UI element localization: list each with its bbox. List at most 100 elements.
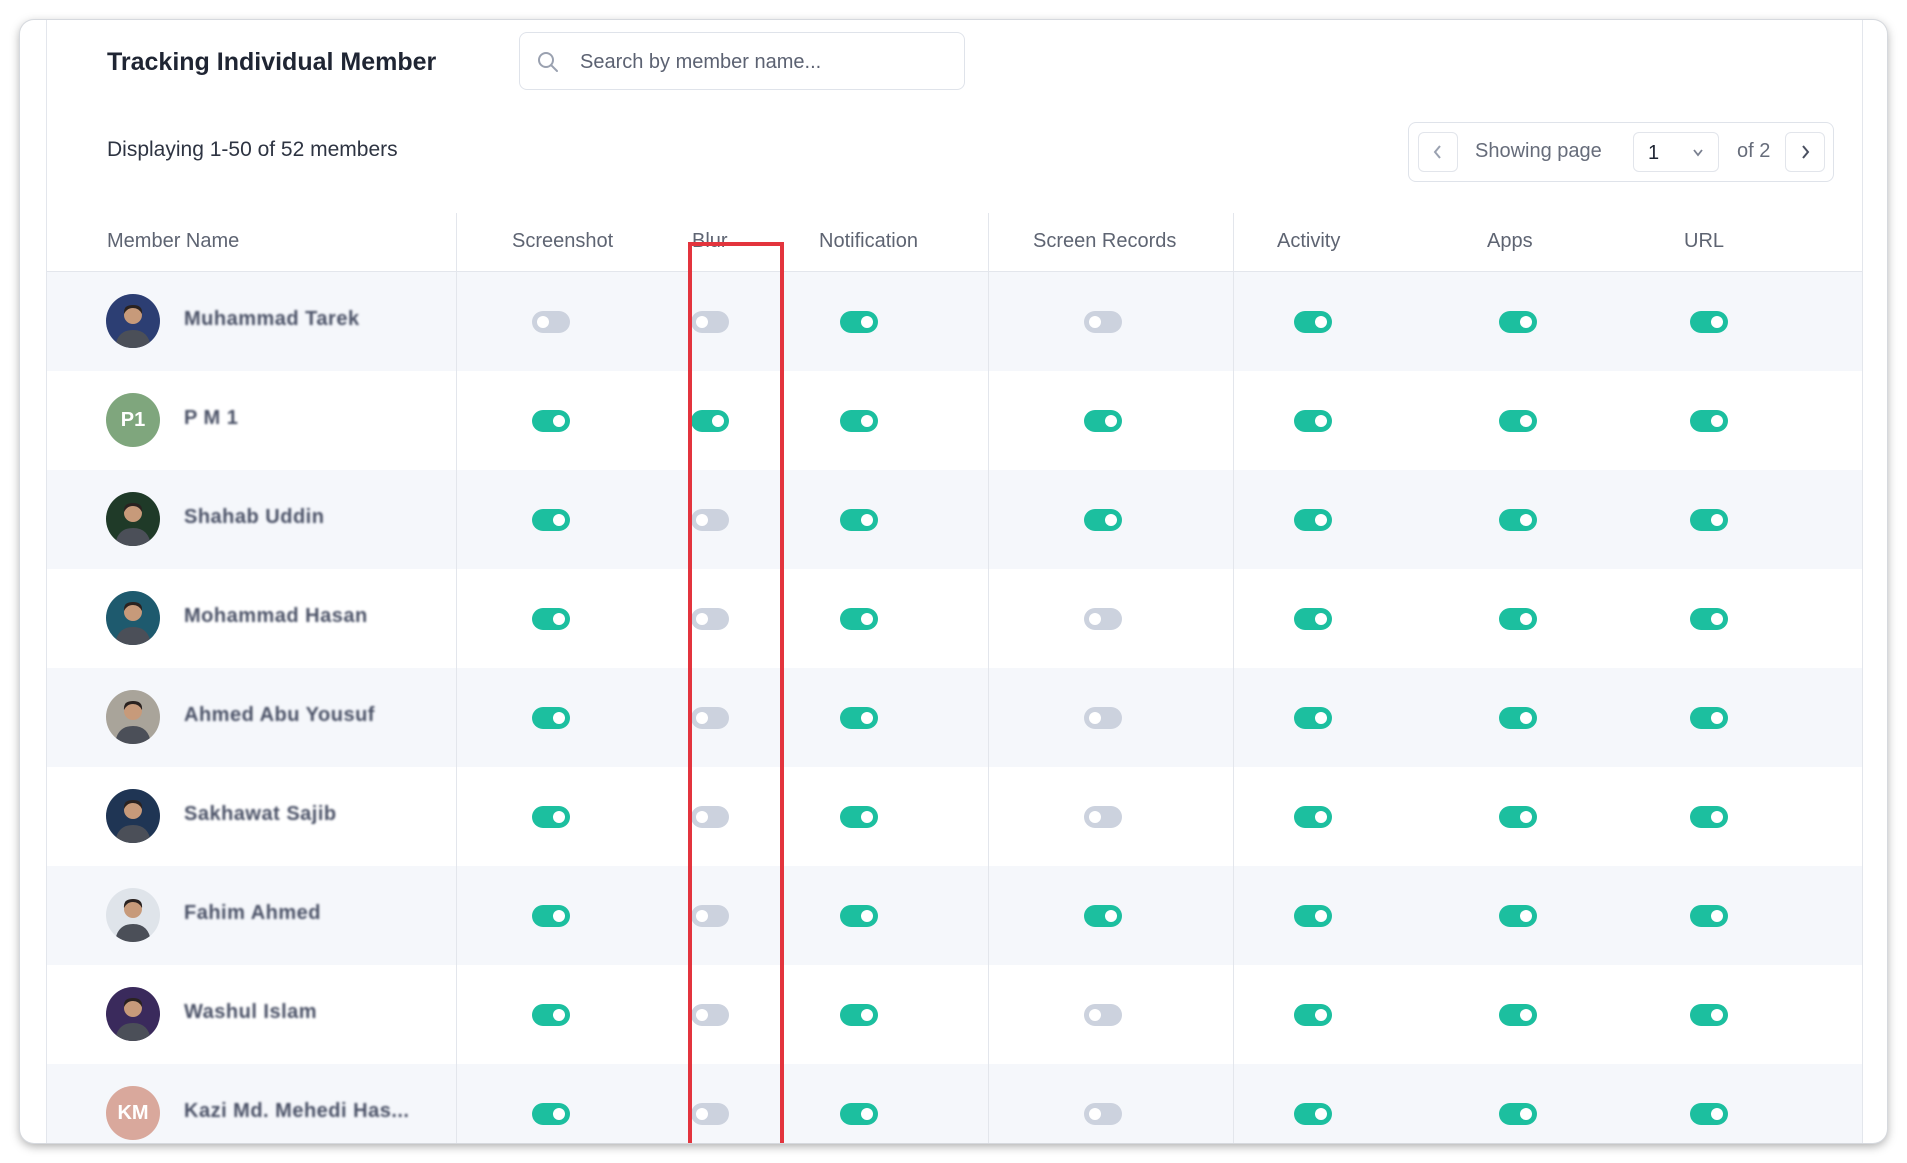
avatar <box>106 690 160 744</box>
activity-toggle[interactable] <box>1294 1004 1332 1026</box>
user-photo-icon <box>115 998 151 1041</box>
notification-toggle[interactable] <box>840 311 878 333</box>
member-name[interactable]: Sakhawat Sajib <box>184 803 337 826</box>
activity-toggle[interactable] <box>1294 905 1332 927</box>
toggle-knob <box>861 514 873 526</box>
screenshot-toggle[interactable] <box>532 608 570 630</box>
screenshot-toggle[interactable] <box>532 410 570 432</box>
screenshot-toggle[interactable] <box>532 1103 570 1125</box>
total-pages-label: of 2 <box>1737 140 1771 162</box>
member-name[interactable]: Fahim Ahmed <box>184 902 321 925</box>
activity-toggle[interactable] <box>1294 806 1332 828</box>
member-name[interactable]: Muhammad Tarek <box>184 308 360 331</box>
url-toggle[interactable] <box>1690 707 1728 729</box>
toggle-knob <box>1089 1108 1101 1120</box>
avatar: KM <box>106 1086 160 1140</box>
column-header-member-name[interactable]: Member Name <box>107 230 239 253</box>
toggle-knob <box>1315 514 1327 526</box>
toggle-knob <box>1315 316 1327 328</box>
toggle-knob <box>1520 514 1532 526</box>
column-divider <box>456 213 457 1143</box>
column-header-apps[interactable]: Apps <box>1487 230 1533 253</box>
toggle-knob <box>1711 712 1723 724</box>
column-header-url[interactable]: URL <box>1684 230 1724 253</box>
toggle-knob <box>1315 1108 1327 1120</box>
activity-toggle[interactable] <box>1294 509 1332 531</box>
screenshot-toggle[interactable] <box>532 806 570 828</box>
apps-toggle[interactable] <box>1499 410 1537 432</box>
member-name[interactable]: Ahmed Abu Yousuf <box>184 704 375 727</box>
screenshot-toggle[interactable] <box>532 509 570 531</box>
apps-toggle[interactable] <box>1499 905 1537 927</box>
notification-toggle[interactable] <box>840 905 878 927</box>
notification-toggle[interactable] <box>840 1103 878 1125</box>
member-name[interactable]: Shahab Uddin <box>184 506 324 529</box>
search-box[interactable] <box>519 32 965 91</box>
url-toggle[interactable] <box>1690 905 1728 927</box>
activity-toggle[interactable] <box>1294 1103 1332 1125</box>
toggle-knob <box>553 910 565 922</box>
apps-toggle[interactable] <box>1499 608 1537 630</box>
member-name[interactable]: Mohammad Hasan <box>184 605 368 628</box>
activity-toggle[interactable] <box>1294 311 1332 333</box>
column-header-screen-records[interactable]: Screen Records <box>1033 230 1176 253</box>
tracking-panel: Tracking Individual Member Displaying 1-… <box>46 20 1863 1143</box>
screen-records-toggle[interactable] <box>1084 707 1122 729</box>
activity-toggle[interactable] <box>1294 410 1332 432</box>
apps-toggle[interactable] <box>1499 509 1537 531</box>
notification-toggle[interactable] <box>840 509 878 531</box>
screenshot-toggle[interactable] <box>532 905 570 927</box>
screenshot-toggle[interactable] <box>532 1004 570 1026</box>
screenshot-toggle[interactable] <box>532 311 570 333</box>
next-page-button[interactable] <box>1785 132 1825 172</box>
toggle-knob <box>1105 415 1117 427</box>
toggle-knob <box>1520 1108 1532 1120</box>
notification-toggle[interactable] <box>840 707 878 729</box>
toggle-knob <box>1315 1009 1327 1021</box>
member-name[interactable]: Kazi Md. Mehedi Has... <box>184 1100 409 1123</box>
previous-page-button[interactable] <box>1418 132 1458 172</box>
notification-toggle[interactable] <box>840 1004 878 1026</box>
column-header-activity[interactable]: Activity <box>1277 230 1340 253</box>
apps-toggle[interactable] <box>1499 311 1537 333</box>
apps-toggle[interactable] <box>1499 1004 1537 1026</box>
screen-records-toggle[interactable] <box>1084 806 1122 828</box>
table-row: Washul Islam <box>47 965 1862 1064</box>
url-toggle[interactable] <box>1690 608 1728 630</box>
member-name[interactable]: P M 1 <box>184 407 238 430</box>
notification-toggle[interactable] <box>840 608 878 630</box>
column-header-notification[interactable]: Notification <box>819 230 918 253</box>
url-toggle[interactable] <box>1690 806 1728 828</box>
url-toggle[interactable] <box>1690 509 1728 531</box>
notification-toggle[interactable] <box>840 806 878 828</box>
apps-toggle[interactable] <box>1499 707 1537 729</box>
screen-records-toggle[interactable] <box>1084 509 1122 531</box>
url-toggle[interactable] <box>1690 1103 1728 1125</box>
user-photo-icon <box>115 899 151 942</box>
url-toggle[interactable] <box>1690 311 1728 333</box>
activity-toggle[interactable] <box>1294 707 1332 729</box>
screen-records-toggle[interactable] <box>1084 608 1122 630</box>
search-input[interactable] <box>578 33 952 91</box>
avatar <box>106 888 160 942</box>
url-toggle[interactable] <box>1690 410 1728 432</box>
avatar <box>106 294 160 348</box>
apps-toggle[interactable] <box>1499 806 1537 828</box>
screen-records-toggle[interactable] <box>1084 1004 1122 1026</box>
toggle-knob <box>1711 316 1723 328</box>
notification-toggle[interactable] <box>840 410 878 432</box>
apps-toggle[interactable] <box>1499 1103 1537 1125</box>
page-select[interactable]: 1 <box>1633 132 1719 172</box>
screenshot-toggle[interactable] <box>532 707 570 729</box>
column-header-screenshot[interactable]: Screenshot <box>512 230 613 253</box>
screen-records-toggle[interactable] <box>1084 1103 1122 1125</box>
screen-records-toggle[interactable] <box>1084 410 1122 432</box>
member-name[interactable]: Washul Islam <box>184 1001 317 1024</box>
user-photo-icon <box>115 602 151 645</box>
user-photo-icon <box>115 503 151 546</box>
toggle-knob <box>1711 910 1723 922</box>
url-toggle[interactable] <box>1690 1004 1728 1026</box>
activity-toggle[interactable] <box>1294 608 1332 630</box>
screen-records-toggle[interactable] <box>1084 311 1122 333</box>
screen-records-toggle[interactable] <box>1084 905 1122 927</box>
